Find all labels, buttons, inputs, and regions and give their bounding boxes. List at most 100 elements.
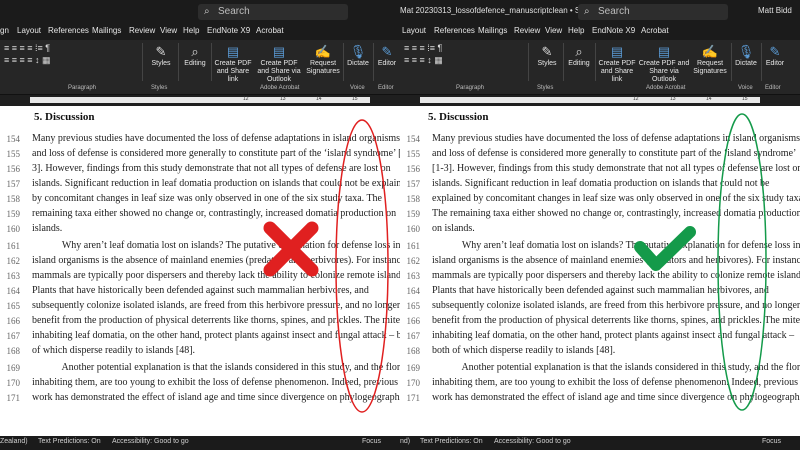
text-predictions-status[interactable]: Text Predictions: On [38,438,101,445]
accessibility-status[interactable]: Accessibility: Good to go [494,438,571,445]
editor-group-label: Editor [765,85,781,91]
microphone-icon: 🎙︎ [349,44,367,59]
styles-button[interactable]: ✎ Styles [532,44,562,68]
ruler-mark: 14 [316,96,322,102]
styles-icon: ✎ [541,44,553,59]
tab-design[interactable]: gn [0,26,9,35]
section-heading: 5. Discussion [34,111,95,123]
paragraph-group-label: Paragraph [68,85,97,91]
editing-icon: ⌕ [575,44,583,59]
editing-icon: ⌕ [191,44,199,59]
editing-button[interactable]: ⌕ Editing [564,44,594,68]
user-name[interactable]: Matt Bidd [758,6,792,15]
voice-group-label: Voice [350,85,365,91]
ruler-mark: 15 [352,96,358,102]
tab-mailings[interactable]: Mailings [478,26,507,35]
editor-button[interactable]: ✎ Editor [374,44,400,68]
document-page[interactable]: 5. Discussion 154 Many previous studies h… [400,106,800,436]
editing-button[interactable]: ⌕ Editing [180,44,210,68]
signature-icon: ✍ [314,44,332,59]
editor-icon: ✎ [769,44,781,59]
tab-review[interactable]: Review [129,26,155,35]
pdf-share-icon: ▤ [226,44,240,59]
focus-button[interactable]: Focus [362,438,381,445]
paragraph-tools-icon: ≡ ≡ ≡ ≡ ⁞≡ ¶ [4,43,51,53]
paragraph-controls[interactable]: ≡ ≡ ≡ ⁞≡ ¶ ≡ ≡ ≡ ↕ ▦ [404,42,524,66]
tab-acrobat[interactable]: Acrobat [641,26,669,35]
document-title: Mat 20230313_lossofdefence_manuscriptcle… [400,6,607,15]
tab-review[interactable]: Review [514,26,540,35]
dictate-button[interactable]: 🎙︎ Dictate [344,44,372,68]
ruler-mark: 15 [742,96,748,102]
microphone-icon: 🎙︎ [737,44,755,59]
search-box[interactable]: ⌕ Search [198,4,348,20]
pdf-outlook-icon: ▤ [272,44,286,59]
styles-group-label: Styles [537,85,554,91]
tab-help[interactable]: Help [568,26,584,35]
ruler-mark: 12 [633,96,639,102]
ruler-mark: 14 [706,96,712,102]
editor-button[interactable]: ✎ Editor [762,44,788,68]
pdf-outlook-icon: ▤ [657,44,671,59]
signature-icon: ✍ [701,44,719,59]
tab-view[interactable]: View [160,26,177,35]
status-bar: nd) Text Predictions: On Accessibility: … [400,436,800,450]
search-placeholder: Search [598,6,630,17]
accessibility-status[interactable]: Accessibility: Good to go [112,438,189,445]
ruler-mark: 13 [280,96,286,102]
tab-mailings[interactable]: Mailings [92,26,121,35]
ribbon: ≡ ≡ ≡ ⁞≡ ¶ ≡ ≡ ≡ ↕ ▦ Paragraph ✎ Styles … [400,40,800,95]
right-document-window: Mat 20230313_lossofdefence_manuscriptcle… [400,0,800,450]
styles-icon: ✎ [155,44,167,59]
tab-help[interactable]: Help [183,26,199,35]
title-bar: ⌕ Search [0,0,400,24]
ruler[interactable]: 12 13 14 15 [400,95,800,105]
tab-layout[interactable]: Layout [402,26,426,35]
alignment-tools-icon: ≡ ≡ ≡ ≡ ↕ ▦ [4,55,51,65]
language-status[interactable]: Zealand) [0,438,28,445]
create-pdf-outlook-button[interactable]: ▤ Create PDF and Share via Outlook [638,44,690,84]
request-signatures-button[interactable]: ✍ Request Signatures [690,44,730,76]
paragraph-tools-icon: ≡ ≡ ≡ ⁞≡ ¶ [404,43,443,53]
language-status[interactable]: nd) [400,438,410,445]
search-icon: ⌕ [584,6,590,17]
ruler[interactable]: 12 13 14 15 [0,95,400,105]
search-placeholder: Search [218,6,250,17]
request-signatures-button[interactable]: ✍ Request Signatures [304,44,342,76]
paragraph-controls[interactable]: ≡ ≡ ≡ ≡ ⁞≡ ¶ ≡ ≡ ≡ ≡ ↕ ▦ [4,42,134,66]
tab-endnote[interactable]: EndNote X9 [592,26,635,35]
title-bar: Mat 20230313_lossofdefence_manuscriptcle… [400,0,800,24]
focus-button[interactable]: Focus [762,438,781,445]
search-icon: ⌕ [204,6,210,17]
status-bar: Zealand) Text Predictions: On Accessibil… [0,436,400,450]
create-pdf-share-button[interactable]: ▤ Create PDF and Share link [212,44,254,84]
paragraph-group-label: Paragraph [456,85,485,91]
ribbon-tabs: Layout References Mailings Review View H… [400,24,800,40]
editor-icon: ✎ [381,44,393,59]
left-document-window: ⌕ Search gn Layout References Mailings R… [0,0,400,450]
tab-acrobat[interactable]: Acrobat [256,26,284,35]
tab-view[interactable]: View [545,26,562,35]
tab-layout[interactable]: Layout [17,26,41,35]
divider [142,43,143,81]
tab-references[interactable]: References [434,26,475,35]
tab-endnote[interactable]: EndNote X9 [207,26,250,35]
editor-group-label: Editor [378,85,394,91]
styles-button[interactable]: ✎ Styles [146,44,176,68]
create-pdf-share-button[interactable]: ▤ Create PDF and Share link [596,44,638,84]
dictate-button[interactable]: 🎙︎ Dictate [732,44,760,68]
alignment-tools-icon: ≡ ≡ ≡ ↕ ▦ [404,55,443,65]
acrobat-group-label: Adobe Acrobat [260,85,300,91]
search-box[interactable]: ⌕ Search [578,4,728,20]
divider [528,43,529,81]
document-page[interactable]: 5. Discussion 154 Many previous studies h… [0,106,400,436]
acrobat-group-label: Adobe Acrobat [646,85,686,91]
create-pdf-outlook-button[interactable]: ▤ Create PDF and Share via Outlook [254,44,304,84]
ribbon: ≡ ≡ ≡ ≡ ⁞≡ ¶ ≡ ≡ ≡ ≡ ↕ ▦ Paragraph ✎ Sty… [0,40,400,95]
styles-group-label: Styles [151,85,168,91]
tab-references[interactable]: References [48,26,89,35]
ruler-mark: 12 [243,96,249,102]
ruler-mark: 13 [670,96,676,102]
voice-group-label: Voice [738,85,753,91]
text-predictions-status[interactable]: Text Predictions: On [420,438,483,445]
